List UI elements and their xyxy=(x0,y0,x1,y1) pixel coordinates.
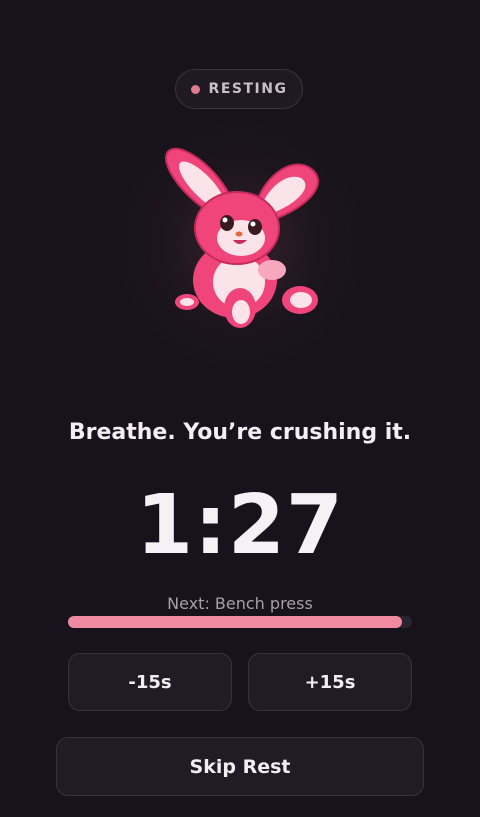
rest-progress-bar xyxy=(68,616,412,628)
pink-bunny-mascot-icon xyxy=(165,147,319,328)
motivational-message: Breathe. You’re crushing it. xyxy=(68,420,412,445)
next-exercise-label: Next: Bench press xyxy=(167,594,313,613)
rest-progress-fill xyxy=(68,616,402,628)
status-label: RESTING xyxy=(208,81,288,97)
skip-rest-button[interactable]: Skip Rest xyxy=(56,737,424,796)
rest-timer: 1:27 xyxy=(136,478,344,573)
mascot-container xyxy=(115,120,365,370)
status-badge: RESTING xyxy=(175,69,303,109)
status-dot-icon xyxy=(190,84,200,94)
minus-15s-button[interactable]: -15s xyxy=(68,653,232,711)
plus-15s-button[interactable]: +15s xyxy=(248,653,412,711)
